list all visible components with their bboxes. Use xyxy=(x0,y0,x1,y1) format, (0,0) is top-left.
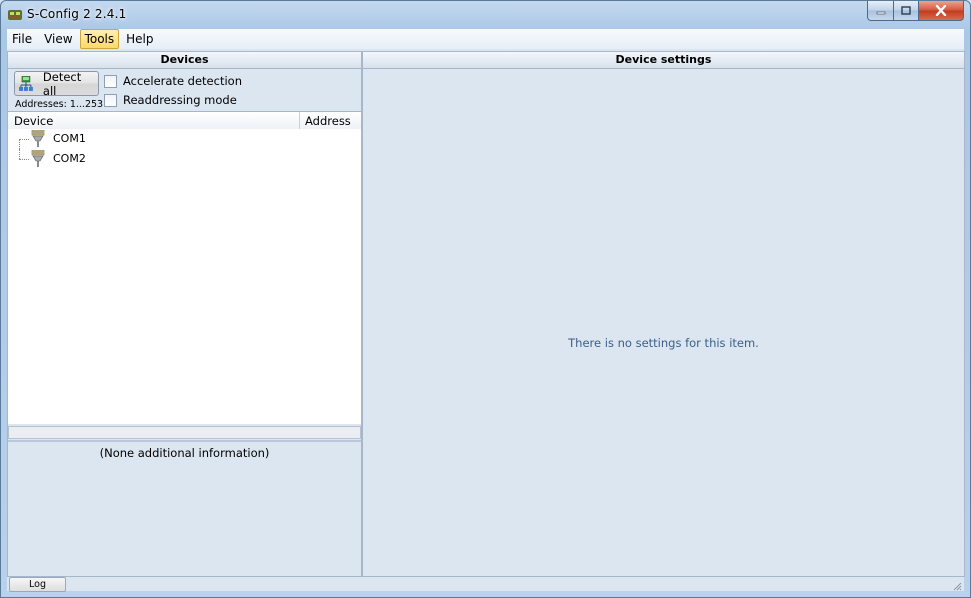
tree-connector xyxy=(19,139,29,140)
window-title: S-Config 2 2.4.1 xyxy=(27,7,127,21)
column-separator[interactable] xyxy=(299,112,300,129)
menu-tools[interactable]: Tools xyxy=(79,29,120,49)
menu-help[interactable]: Help xyxy=(121,29,158,49)
log-button[interactable]: Log xyxy=(9,577,66,592)
network-detect-icon xyxy=(19,76,33,91)
no-settings-message: There is no settings for this item. xyxy=(568,336,759,350)
devices-header: Devices xyxy=(8,52,361,69)
maximize-button[interactable] xyxy=(894,1,919,21)
menu-bar: File View Tools Help xyxy=(7,29,964,49)
client-area: File View Tools Help Devices Detect all … xyxy=(7,29,965,592)
status-bar: Log xyxy=(7,577,964,592)
close-button[interactable] xyxy=(919,1,964,21)
additional-info: (None additional information) xyxy=(99,446,270,460)
detect-all-button[interactable]: Detect all xyxy=(14,69,99,98)
accelerate-detection-label: Accelerate detection xyxy=(123,74,242,88)
menu-view[interactable]: View xyxy=(39,29,77,49)
readdressing-mode-option[interactable]: Readdressing mode xyxy=(104,93,237,107)
app-icon xyxy=(8,10,22,20)
minimize-icon xyxy=(876,11,885,14)
title-bar[interactable]: S-Config 2 2.4.1 xyxy=(1,1,970,29)
tree-connector xyxy=(19,159,29,160)
device-settings-header: Device settings xyxy=(363,52,964,69)
serial-port-icon xyxy=(31,150,45,167)
tree-node-com1[interactable]: COM1 xyxy=(8,129,361,159)
horizontal-scrollbar[interactable] xyxy=(8,426,361,439)
main-window: S-Config 2 2.4.1 File View Tools Help De… xyxy=(0,0,971,598)
column-address[interactable]: Address xyxy=(305,114,351,128)
serial-port-icon xyxy=(31,130,45,147)
accelerate-detection-option[interactable]: Accelerate detection xyxy=(104,74,242,88)
resize-grip-icon[interactable] xyxy=(952,581,962,591)
device-tree: COM1 COM2 xyxy=(8,129,361,424)
close-icon xyxy=(935,5,947,16)
accelerate-detection-checkbox[interactable] xyxy=(104,74,117,88)
menu-file[interactable]: File xyxy=(7,29,37,49)
devices-panel: Devices Detect all Addresses: 1...253 Ac… xyxy=(7,51,362,577)
addresses-range: Addresses: 1...253 xyxy=(15,99,104,110)
caption-buttons xyxy=(867,1,964,21)
minimize-button[interactable] xyxy=(867,1,894,21)
readdressing-mode-label: Readdressing mode xyxy=(123,93,237,107)
device-tree-header: Device Address xyxy=(8,111,361,130)
device-settings-panel: Device settings There is no settings for… xyxy=(362,51,965,577)
tree-node-label: COM2 xyxy=(53,152,86,165)
readdressing-mode-checkbox[interactable] xyxy=(104,93,117,107)
column-device[interactable]: Device xyxy=(14,114,53,128)
maximize-icon xyxy=(901,6,911,15)
detect-all-label: Detect all xyxy=(42,69,82,98)
tree-node-label: COM1 xyxy=(53,132,86,145)
tree-connector xyxy=(19,149,20,159)
tree-node-com2[interactable]: COM2 xyxy=(8,149,361,169)
panel-splitter[interactable] xyxy=(8,440,361,442)
